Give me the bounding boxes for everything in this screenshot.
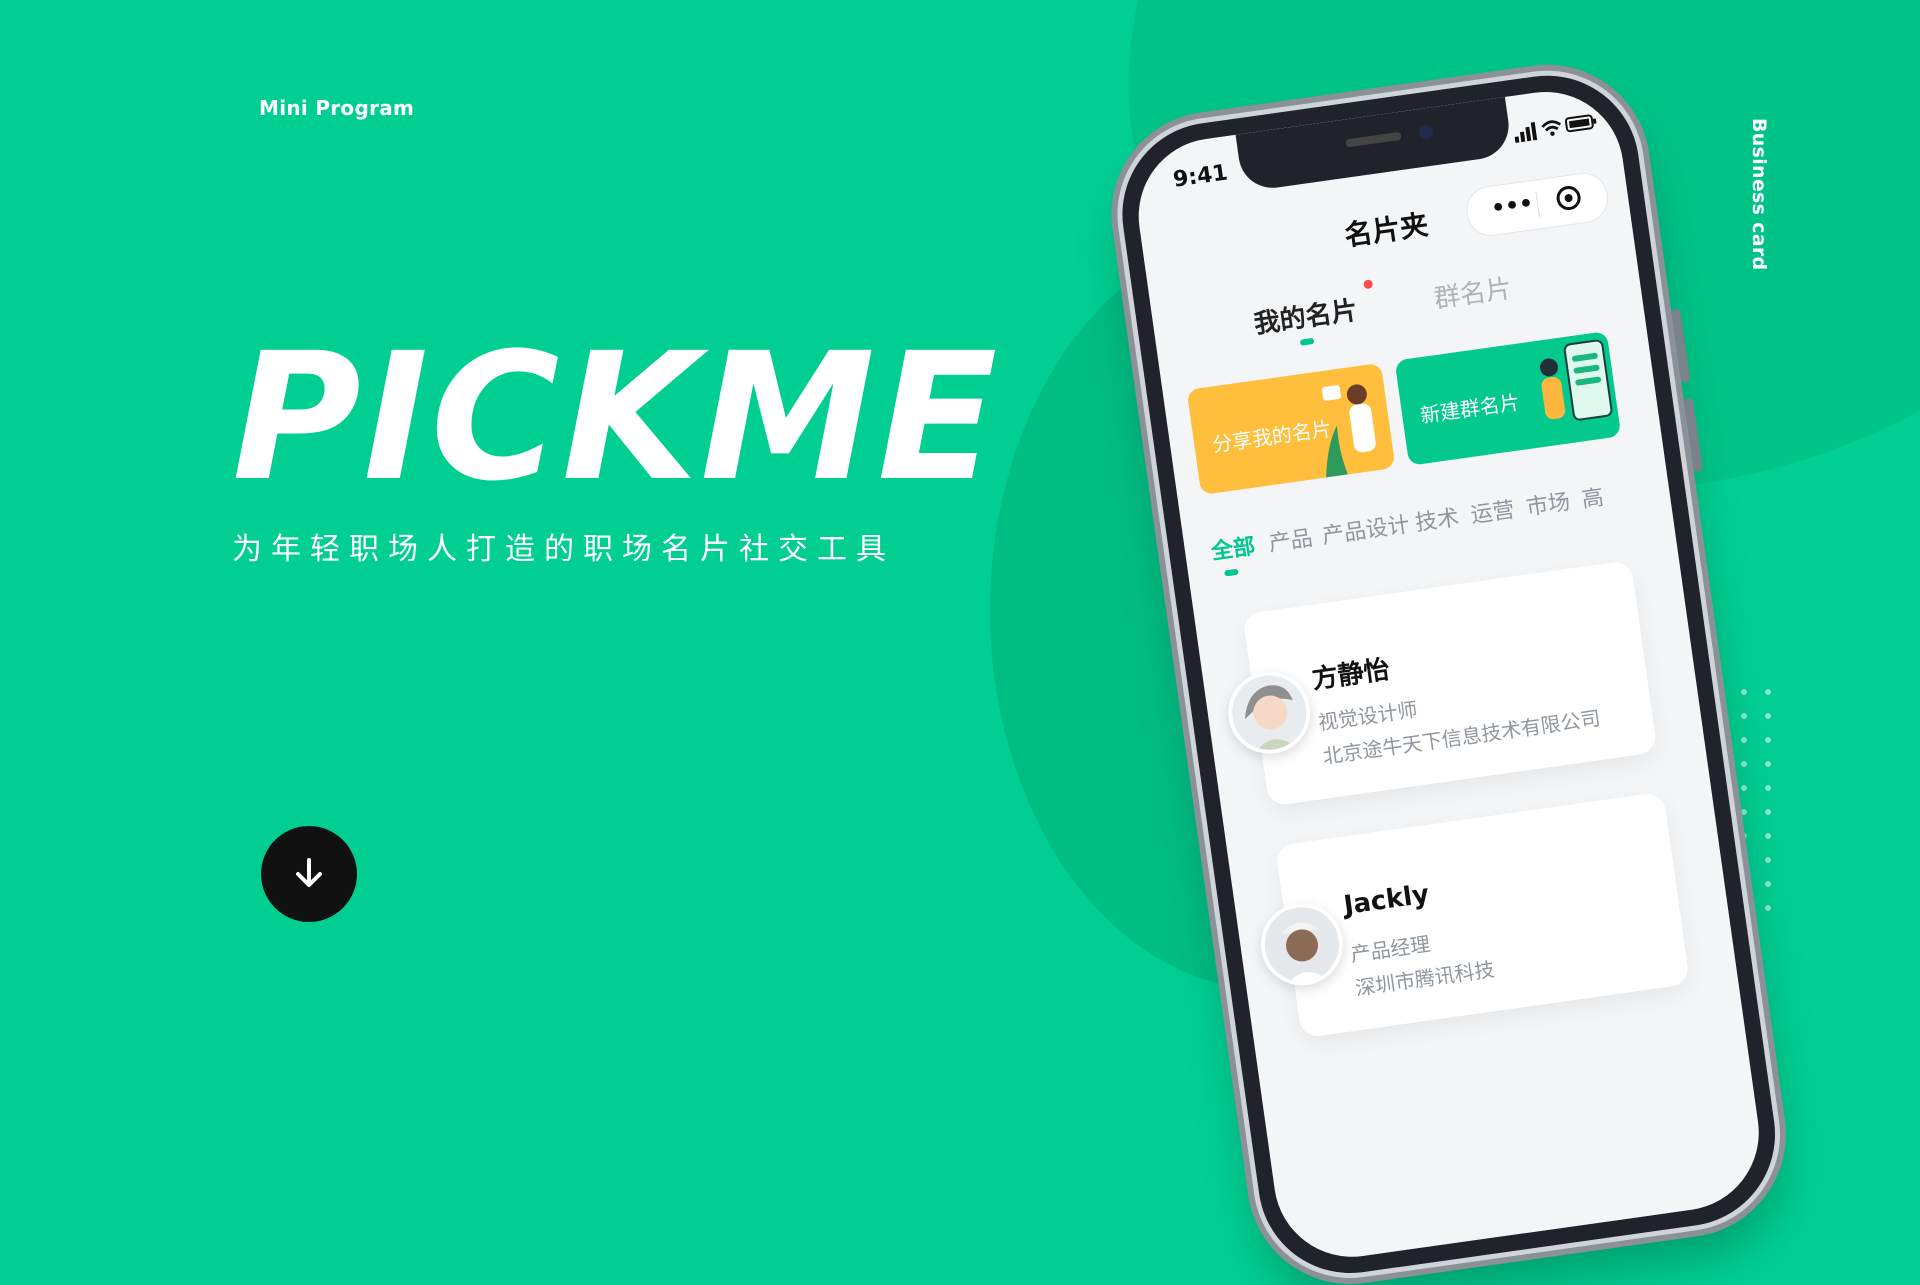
new-group-card-label: 新建群名片 [1418,389,1522,428]
avatar-man-icon [1260,902,1344,987]
wifi-icon [1541,120,1562,132]
avatar [1223,666,1316,760]
new-group-illustration [1539,339,1613,421]
tab-tech[interactable]: 技术 [1413,500,1461,538]
contact-name: Jackly [1341,879,1432,922]
mini-program-label: Mini Program [259,96,415,120]
status-icons [1514,114,1597,143]
tab-product-design[interactable]: 产品设计 [1320,507,1412,551]
brand-title: PICKME [232,315,1000,520]
down-arrow-icon [296,858,322,887]
contact-name: 方静怡 [1310,654,1392,696]
tab-operation[interactable]: 运营 [1468,492,1516,530]
share-card-button[interactable]: 分享我的名片 [1186,362,1396,496]
signal-icon [1514,122,1538,143]
tab-indicator [1224,568,1239,577]
brand-tagline: 为年轻职场人打造的职场名片社交工具 [232,532,895,567]
avatar [1255,898,1349,991]
tab-more[interactable]: 高 [1579,479,1605,514]
phone-speaker [1345,131,1402,148]
tab-product[interactable]: 产品 [1266,520,1314,558]
contact-card[interactable]: 方静怡 视觉设计师 北京途牛天下信息技术有限公司 [1223,559,1658,807]
battery-icon [1564,114,1597,133]
contact-card[interactable]: Jackly 产品经理 深圳市腾讯科技 [1255,791,1691,1039]
front-camera [1418,124,1434,141]
segment-group-cards[interactable]: 群名片 [1432,268,1514,315]
business-card-label: Business card [1748,118,1770,271]
tab-market[interactable]: 市场 [1524,484,1572,522]
scroll-down-button[interactable] [261,826,357,922]
status-time: 9:41 [1171,160,1230,193]
category-tabs: 全部 产品 产品设计 技术 运营 市场 高 [1209,470,1672,574]
segment-my-cards[interactable]: 我的名片 [1251,290,1359,341]
segment-indicator [1299,337,1315,346]
page-title: 名片夹 [1342,208,1431,253]
tab-all[interactable]: 全部 [1209,528,1257,566]
contact-role: 产品经理 [1349,931,1432,967]
notification-dot [1363,279,1374,290]
avatar-woman-icon [1227,670,1312,755]
new-group-card-button[interactable]: 新建群名片 [1394,331,1622,466]
share-person-illustration [1321,384,1376,478]
